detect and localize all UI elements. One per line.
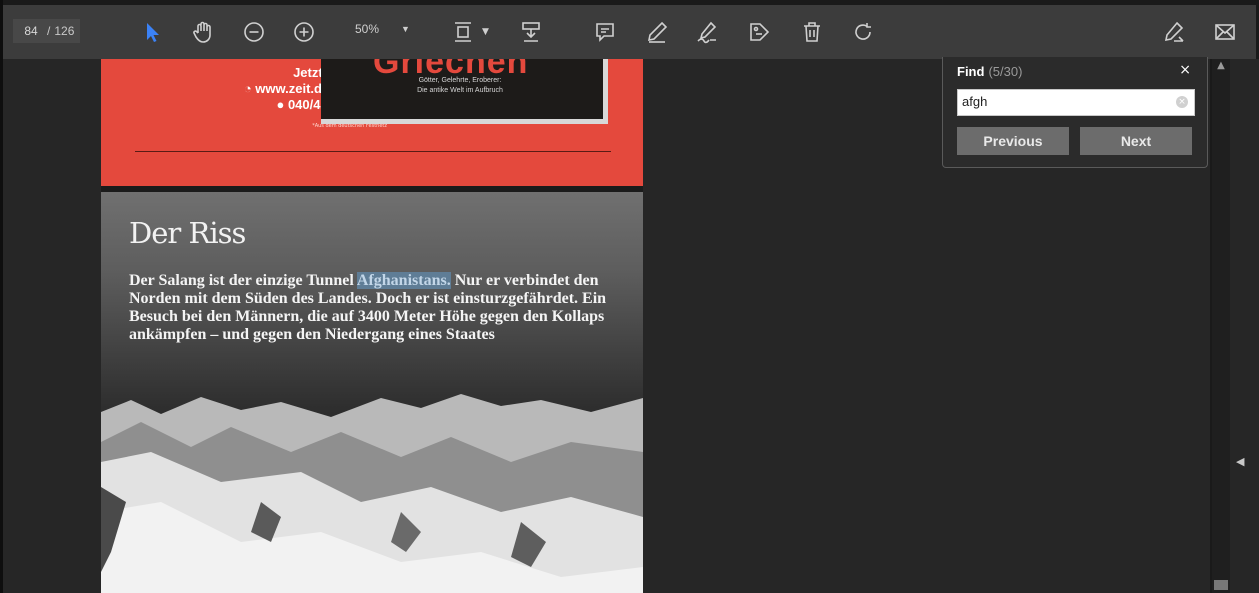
fit-chevron-icon[interactable]: ▼ [482,27,489,37]
clear-search-icon[interactable]: × [1176,96,1188,108]
mail-icon[interactable] [1211,18,1239,46]
close-icon[interactable]: × [1179,62,1191,78]
find-label: Find [957,64,985,79]
ad-book-cover: Griechen Götter, Gelehrte, Eroberer: Die… [321,59,608,124]
rotate-icon[interactable] [849,18,877,46]
document-page: Jetzt bestellen: ◔ www.zeit.de/zg-gratis… [101,59,643,593]
find-panel: Find(5/30) × × Previous Next [942,57,1208,168]
page-number-input[interactable]: 84 [19,24,43,38]
select-arrow-icon[interactable] [139,18,167,46]
toolbar: 84 / 126 50% ▼ ▼ [3,5,1256,59]
phone-icon: ● [276,97,288,112]
search-highlight: Afghanistans. [356,272,451,289]
page-total: 126 [54,24,75,38]
vertical-scrollbar[interactable] [1212,59,1230,593]
find-count: (5/30) [988,64,1023,79]
zoom-in-icon[interactable] [290,18,318,46]
previous-button[interactable]: Previous [957,127,1069,155]
mountain-landscape [101,394,643,593]
zoom-value: 50% [355,22,380,36]
sign-icon[interactable] [1160,18,1188,46]
ad-divider [135,151,611,152]
article-title: Der Riss [129,216,246,250]
book-subtitle: Götter, Gelehrte, Eroberer: Die antike W… [417,77,503,94]
hand-tool-icon[interactable] [189,18,217,46]
expand-panel-icon[interactable]: ◀ [1236,455,1244,468]
chevron-down-icon: ▼ [401,24,410,34]
scrollbar-thumb[interactable] [1214,580,1228,590]
find-input-wrapper: × [957,89,1195,116]
page-navigator: 84 / 126 [13,19,81,43]
trash-icon[interactable] [798,18,826,46]
signature-icon[interactable] [693,18,721,46]
comment-icon[interactable] [591,18,619,46]
pen-icon[interactable] [643,18,671,46]
tag-icon[interactable] [745,18,773,46]
article-photo: Der Riss Der Salang ist der einzige Tunn… [101,192,643,593]
zoom-dropdown[interactable]: 50% ▼ [355,22,410,36]
advertisement: Jetzt bestellen: ◔ www.zeit.de/zg-gratis… [101,59,643,186]
scroll-up-icon[interactable]: ▲ [1214,60,1228,74]
fit-page-icon[interactable] [449,18,477,46]
stamp-icon[interactable] [517,18,545,46]
globe-icon: ◔ [243,81,256,96]
zoom-out-icon[interactable] [240,18,268,46]
find-input[interactable] [958,90,1166,113]
article-lead: Der Salang ist der einzige Tunnel Afghan… [129,272,607,343]
next-button[interactable]: Next [1080,127,1192,155]
side-panel-strip [1230,59,1259,593]
find-header: Find (5/30) [957,64,1022,79]
page-separator: / [47,24,51,38]
